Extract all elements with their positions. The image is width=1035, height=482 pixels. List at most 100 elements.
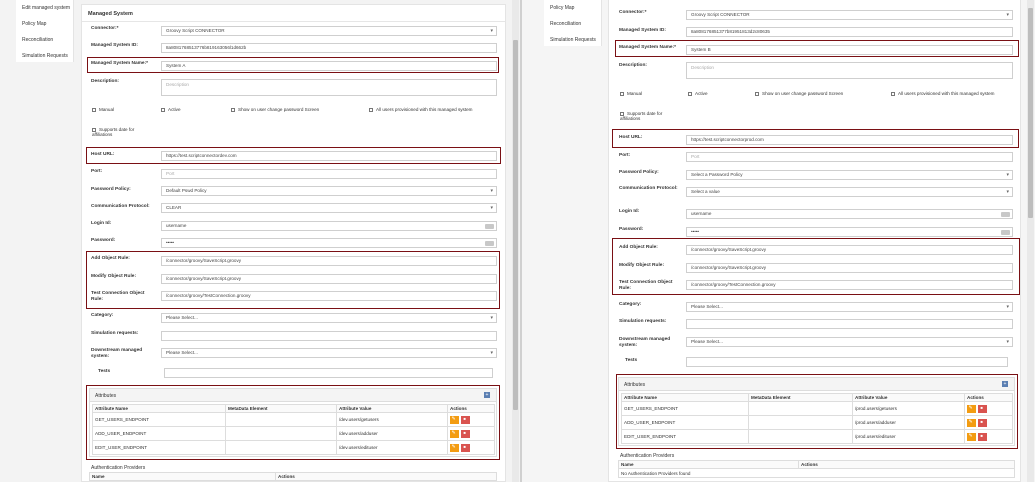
login-id-keypad-icon[interactable] xyxy=(485,223,494,229)
password-label: Password: xyxy=(619,227,644,232)
attributes-panel: Attributes + Attribute Name MetaData Ele… xyxy=(618,377,1015,446)
managed-system-id-field[interactable]: 8a808176851377b81951813d2c80635 xyxy=(686,27,1013,37)
edit-icon[interactable] xyxy=(450,429,459,438)
left-scrollbar[interactable] xyxy=(512,0,519,482)
test-connection-rule-label: Test Connection Object Rule: xyxy=(619,280,673,291)
test-connection-rule-field[interactable]: /connector/groovy/TestConnection.groovy xyxy=(161,291,497,301)
delete-icon[interactable] xyxy=(978,404,987,413)
managed-system-id-field[interactable]: 8a8081768513776b819163056l1d662b xyxy=(161,43,497,53)
login-id-value: username xyxy=(166,223,187,228)
password-policy-select[interactable]: Default Pswd Policy xyxy=(161,186,497,196)
port-field[interactable]: Port xyxy=(161,169,497,179)
edit-icon[interactable] xyxy=(967,418,976,427)
category-select[interactable]: Please Select... xyxy=(686,302,1013,312)
password-field[interactable]: ••••• xyxy=(686,227,1013,237)
description-label: Description: xyxy=(619,63,647,68)
active-checkbox[interactable]: Active xyxy=(161,107,181,112)
actions-cell xyxy=(964,401,1013,416)
delete-icon[interactable] xyxy=(461,429,470,438)
delete-icon[interactable] xyxy=(461,443,470,452)
auth-providers-title: Authentication Providers xyxy=(91,465,146,471)
menu-item-reconciliation[interactable]: Reconciliation xyxy=(16,32,73,48)
host-url-field[interactable]: https://test.scriptconnectordev.com xyxy=(161,151,497,161)
delete-icon[interactable] xyxy=(461,415,470,424)
modify-object-rule-label: Modify Object Rule: xyxy=(619,263,665,268)
connector-label: Connector:* xyxy=(619,10,647,15)
simulation-requests-field[interactable] xyxy=(686,319,1013,329)
menu-item-policy-map[interactable]: Policy Map xyxy=(544,0,601,16)
table-row: ADD_USER_ENDPOINT /prod.users/adduser xyxy=(621,415,1013,430)
login-id-keypad-icon[interactable] xyxy=(1001,211,1010,217)
downstream-select[interactable]: Please Select... xyxy=(161,348,497,358)
right-scrollbar-thumb[interactable] xyxy=(1028,8,1033,218)
menu-item-edit-managed-system[interactable]: Edit managed system xyxy=(16,0,73,16)
description-field[interactable]: Description xyxy=(161,79,497,96)
add-attribute-icon[interactable]: + xyxy=(484,392,490,398)
manual-checkbox[interactable]: Manual xyxy=(620,91,642,96)
menu-item-simulation-requests[interactable]: Simulation Requests xyxy=(16,48,73,64)
host-url-field[interactable]: https://test.scriptconnectorprod.com xyxy=(686,135,1013,145)
manual-checkbox[interactable]: Manual xyxy=(92,107,114,112)
edit-icon[interactable] xyxy=(967,432,976,441)
simulation-requests-field[interactable] xyxy=(161,331,497,341)
actions-cell xyxy=(964,415,1013,430)
actions-cell xyxy=(964,429,1013,444)
tests-field[interactable] xyxy=(164,368,493,378)
show-on-change-password-checkbox[interactable]: Show on user change password Screen xyxy=(755,91,843,96)
menu-item-policy-map[interactable]: Policy Map xyxy=(16,16,73,32)
communication-protocol-label: Communication Protocol: xyxy=(619,186,678,191)
edit-icon[interactable] xyxy=(450,443,459,452)
attribute-name-cell: EDIT_USER_ENDPOINT xyxy=(621,429,749,444)
downstream-select[interactable]: Please Select... xyxy=(686,337,1013,347)
connector-select[interactable]: Groovy Script CONNECTOR xyxy=(686,10,1013,20)
edit-icon[interactable] xyxy=(967,404,976,413)
communication-protocol-select[interactable]: Select a value xyxy=(686,187,1013,197)
active-checkbox[interactable]: Active xyxy=(688,91,708,96)
auth-col-actions: Actions xyxy=(798,460,1015,469)
password-field[interactable]: ••••• xyxy=(161,238,497,248)
left-scrollbar-thumb[interactable] xyxy=(513,40,518,410)
all-users-provisioned-checkbox[interactable]: All users provisioned with this managed … xyxy=(369,107,473,112)
password-policy-select[interactable]: Select a Password Policy xyxy=(686,170,1013,180)
auth-col-name: Name xyxy=(618,460,799,469)
tests-field[interactable] xyxy=(686,357,1008,367)
show-on-change-password-checkbox[interactable]: Show on user change password Screen xyxy=(231,107,319,112)
category-label: Category: xyxy=(619,302,642,307)
tests-label: Tests xyxy=(98,369,111,374)
managed-system-name-field[interactable]: System B xyxy=(686,45,1013,55)
managed-system-name-label: Managed System Name:* xyxy=(619,45,677,50)
add-object-rule-field[interactable]: /connector/groovy/SaveScript.groovy xyxy=(161,256,497,266)
all-users-provisioned-checkbox[interactable]: All users provisioned with this managed … xyxy=(891,91,995,96)
supports-date-checkbox[interactable]: Supports date for affiliations xyxy=(620,111,675,121)
right-scrollbar[interactable] xyxy=(1027,0,1034,482)
connector-select[interactable]: Groovy Script CONNECTOR xyxy=(161,26,497,36)
edit-icon[interactable] xyxy=(450,415,459,424)
add-object-rule-field[interactable]: /connector/groovy/SaveScript.groovy xyxy=(686,245,1013,255)
test-connection-rule-field[interactable]: /connector/groovy/TestConnection.groovy xyxy=(686,280,1013,290)
password-keypad-icon[interactable] xyxy=(1001,229,1010,235)
password-policy-label: Password Policy: xyxy=(619,170,659,175)
delete-icon[interactable] xyxy=(978,418,987,427)
supports-date-checkbox[interactable]: Supports date for affiliations xyxy=(92,127,147,137)
managed-system-name-field[interactable]: System A xyxy=(161,61,497,71)
modify-object-rule-field[interactable]: /connector/groovy/SaveScript.groovy xyxy=(686,263,1013,273)
login-id-field[interactable]: username xyxy=(686,209,1013,219)
auth-empty-row: No Authentication Providers found xyxy=(618,468,1015,478)
auth-col-name: Name xyxy=(89,472,276,481)
communication-protocol-select[interactable]: CLEAR xyxy=(161,203,497,213)
category-select[interactable]: Please Select... xyxy=(161,313,497,323)
description-field[interactable]: Description xyxy=(686,62,1013,79)
attribute-name-cell: GET_USERS_ENDPOINT xyxy=(621,401,749,416)
table-row: EDIT_USER_ENDPOINT /prod.users/edituser xyxy=(621,429,1013,444)
port-field[interactable]: Port xyxy=(686,152,1013,162)
attributes-title: Attributes xyxy=(95,393,117,399)
menu-item-reconciliation[interactable]: Reconciliation xyxy=(544,16,601,32)
metadata-cell xyxy=(225,412,337,427)
password-keypad-icon[interactable] xyxy=(485,240,494,246)
add-attribute-icon[interactable]: + xyxy=(1002,381,1008,387)
login-id-field[interactable]: username xyxy=(161,221,497,231)
modify-object-rule-field[interactable]: /connector/groovy/SaveScript.groovy xyxy=(161,274,497,284)
menu-item-simulation-requests[interactable]: Simulation Requests xyxy=(544,32,601,48)
delete-icon[interactable] xyxy=(978,432,987,441)
table-row: GET_USERS_ENDPOINT /dev.users/getusers xyxy=(92,412,495,427)
